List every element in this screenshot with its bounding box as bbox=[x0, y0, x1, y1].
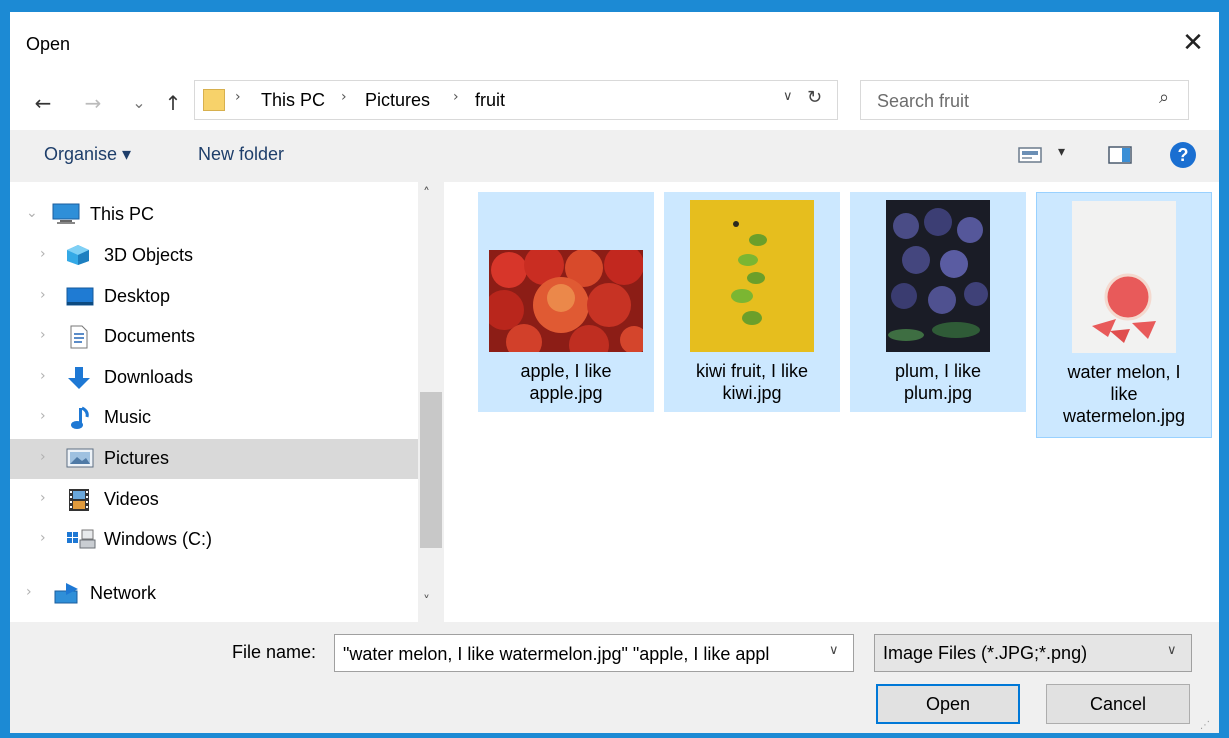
sidebar-item-downloads[interactable]: › Downloads bbox=[10, 358, 418, 398]
sidebar-item-desktop[interactable]: › Desktop bbox=[10, 277, 418, 317]
file-item[interactable]: plum, I like plum.jpg bbox=[850, 192, 1026, 412]
file-name-label: plum, I like plum.jpg bbox=[894, 361, 982, 403]
drive-icon bbox=[66, 528, 96, 550]
file-type-dropdown-chevron-icon[interactable]: ∨ bbox=[1167, 643, 1177, 658]
scrollbar-thumb[interactable] bbox=[420, 392, 442, 548]
close-icon[interactable]: ✕ bbox=[1178, 28, 1208, 58]
up-arrow-icon[interactable]: ↑ bbox=[160, 90, 186, 116]
pictures-icon bbox=[66, 447, 94, 469]
sidebar-item-label: Windows (C:) bbox=[104, 529, 213, 549]
sidebar-item-label: Documents bbox=[104, 326, 196, 346]
cube-icon bbox=[66, 244, 90, 266]
open-button[interactable]: Open bbox=[876, 684, 1020, 724]
plum-thumbnail bbox=[886, 200, 990, 352]
file-item[interactable]: water melon, I like watermelon.jpg bbox=[1036, 192, 1212, 438]
change-view-icon[interactable] bbox=[1018, 146, 1042, 169]
sidebar-item-label: Pictures bbox=[104, 448, 170, 468]
scroll-down-arrow-icon[interactable]: ˅ bbox=[423, 594, 430, 610]
scroll-up-arrow-icon[interactable]: ˄ bbox=[423, 186, 430, 202]
dialog-title: Open bbox=[26, 34, 71, 54]
file-name-input[interactable] bbox=[341, 641, 821, 667]
search-box: ⌕ bbox=[860, 80, 1189, 120]
breadcrumb-this-pc[interactable]: This PC bbox=[261, 90, 325, 111]
film-icon bbox=[68, 488, 92, 511]
search-icon[interactable]: ⌕ bbox=[1159, 87, 1169, 108]
file-name-label: water melon, I like watermelon.jpg bbox=[1062, 362, 1186, 426]
file-name-label: File name: bbox=[232, 642, 317, 662]
file-name-dropdown-chevron-icon[interactable]: ∨ bbox=[829, 643, 839, 658]
expand-chevron-icon[interactable]: ⌄ bbox=[26, 205, 38, 221]
file-name-combobox: ∨ bbox=[334, 634, 854, 672]
document-icon bbox=[68, 325, 92, 349]
sidebar-item-label: This PC bbox=[90, 204, 155, 224]
new-folder-button[interactable]: New folder bbox=[198, 144, 284, 165]
sidebar-item-label: Network bbox=[90, 583, 157, 603]
file-list: apple, I like apple.jpg kiwi fruit, I li… bbox=[448, 182, 1219, 622]
expand-chevron-icon[interactable]: › bbox=[40, 490, 46, 506]
expand-chevron-icon[interactable]: › bbox=[40, 530, 46, 546]
dialog-footer: File name: ∨ Image Files (*.JPG;*.png) ∨… bbox=[10, 622, 1219, 733]
preview-pane-icon[interactable] bbox=[1108, 145, 1132, 170]
expand-chevron-icon[interactable]: › bbox=[40, 449, 46, 465]
download-arrow-icon bbox=[66, 366, 90, 389]
breadcrumb-separator-icon: › bbox=[235, 89, 241, 105]
sidebar-item-label: 3D Objects bbox=[104, 245, 194, 265]
recent-locations-chevron-icon[interactable]: ⌄ bbox=[126, 90, 152, 116]
sidebar-item-3d-objects[interactable]: › 3D Objects bbox=[10, 236, 418, 276]
navigation-bar: ← → ⌄ ↑ › This PC › Pictures › fruit ∨ ↻… bbox=[10, 78, 1219, 128]
computer-icon bbox=[52, 203, 80, 225]
sidebar-item-this-pc[interactable]: ⌄ This PC bbox=[10, 195, 418, 235]
expand-chevron-icon[interactable]: › bbox=[40, 368, 46, 384]
open-dialog: Open ✕ ← → ⌄ ↑ › This PC › Pictures › fr… bbox=[10, 12, 1219, 733]
expand-chevron-icon[interactable]: › bbox=[40, 327, 46, 343]
file-item[interactable]: apple, I like apple.jpg bbox=[478, 192, 654, 412]
breadcrumb-fruit[interactable]: fruit bbox=[475, 90, 505, 111]
sidebar-item-pictures[interactable]: › Pictures bbox=[10, 439, 418, 479]
expand-chevron-icon[interactable]: › bbox=[40, 246, 46, 262]
breadcrumb-separator-icon: › bbox=[341, 89, 347, 105]
sidebar-item-music[interactable]: › Music bbox=[10, 398, 418, 438]
view-dropdown-chevron-icon[interactable]: ▾ bbox=[1058, 144, 1065, 160]
file-type-value: Image Files (*.JPG;*.png) bbox=[883, 643, 1088, 663]
navigation-scrollbar[interactable]: ˄ ˅ bbox=[418, 182, 444, 622]
sidebar-item-label: Downloads bbox=[104, 367, 194, 387]
help-icon[interactable]: ? bbox=[1170, 142, 1196, 168]
address-bar[interactable]: › This PC › Pictures › fruit ∨ ↻ bbox=[194, 80, 838, 120]
expand-chevron-icon[interactable]: › bbox=[40, 408, 46, 424]
sidebar-item-network[interactable]: › Network bbox=[10, 574, 418, 614]
navigation-pane: ⌄ This PC › 3D Objects › Desktop › Docum… bbox=[10, 182, 448, 622]
title-bar: Open ✕ bbox=[10, 12, 1219, 78]
apple-thumbnail bbox=[489, 250, 643, 352]
organise-button[interactable]: Organise ▾ bbox=[44, 144, 131, 165]
search-input[interactable] bbox=[875, 88, 1149, 114]
back-arrow-icon[interactable]: ← bbox=[30, 90, 56, 116]
refresh-icon[interactable]: ↻ bbox=[807, 87, 822, 108]
forward-arrow-icon[interactable]: → bbox=[80, 90, 106, 116]
file-item[interactable]: kiwi fruit, I like kiwi.jpg bbox=[664, 192, 840, 412]
network-icon bbox=[52, 582, 78, 604]
sidebar-item-windows-c[interactable]: › Windows (C:) bbox=[10, 520, 418, 560]
watermelon-thumbnail bbox=[1072, 201, 1176, 353]
file-name-label: apple, I like apple.jpg bbox=[520, 361, 612, 403]
address-dropdown-chevron-icon[interactable]: ∨ bbox=[783, 89, 793, 104]
sidebar-item-label: Desktop bbox=[104, 286, 171, 306]
resize-grip-icon[interactable]: ⋰ bbox=[1200, 720, 1210, 731]
file-name-label: kiwi fruit, I like kiwi.jpg bbox=[695, 361, 809, 403]
file-type-select[interactable]: Image Files (*.JPG;*.png) ∨ bbox=[874, 634, 1192, 672]
breadcrumb-separator-icon: › bbox=[453, 89, 459, 105]
expand-chevron-icon[interactable]: › bbox=[26, 584, 32, 600]
kiwi-thumbnail bbox=[690, 200, 814, 352]
cancel-button[interactable]: Cancel bbox=[1046, 684, 1190, 724]
window-frame: Open ✕ ← → ⌄ ↑ › This PC › Pictures › fr… bbox=[0, 0, 1229, 738]
sidebar-item-label: Music bbox=[104, 407, 152, 427]
folder-icon bbox=[203, 89, 225, 111]
breadcrumb-pictures[interactable]: Pictures bbox=[365, 90, 430, 111]
music-note-icon bbox=[70, 406, 94, 429]
sidebar-item-label: Videos bbox=[104, 489, 159, 509]
sidebar-item-videos[interactable]: › Videos bbox=[10, 480, 418, 520]
sidebar-item-documents[interactable]: › Documents bbox=[10, 317, 418, 357]
command-bar: Organise ▾ New folder ▾ ? bbox=[10, 130, 1219, 182]
desktop-icon bbox=[66, 285, 94, 307]
expand-chevron-icon[interactable]: › bbox=[40, 287, 46, 303]
